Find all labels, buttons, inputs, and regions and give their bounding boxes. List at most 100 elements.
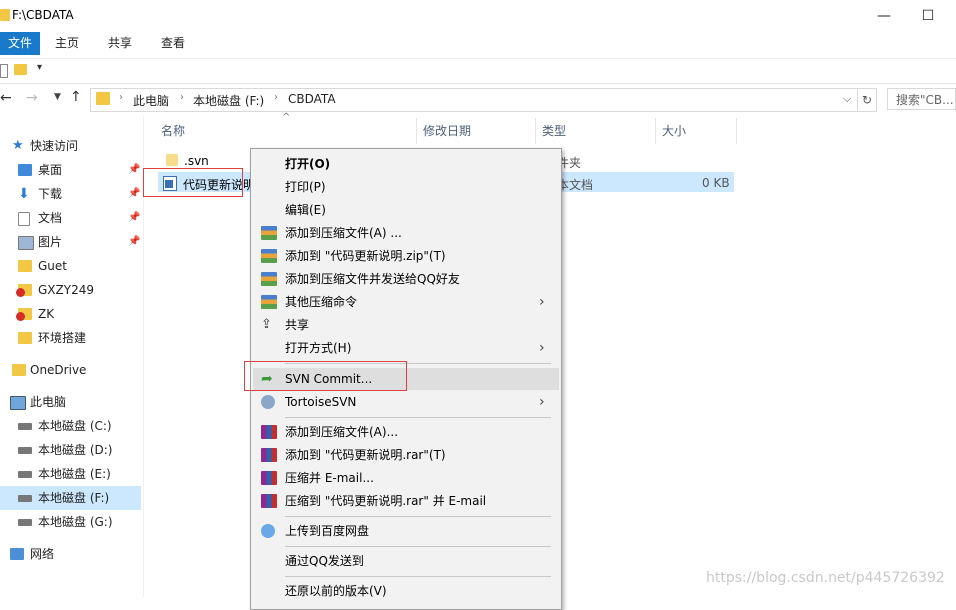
nav-pictures[interactable]: 图片 📌 (0, 230, 140, 254)
menu-tortoisesvn[interactable]: TortoiseSVN › (251, 391, 561, 413)
bandizip-icon (261, 295, 277, 309)
nav-downloads[interactable]: ⬇ 下载 📌 (0, 182, 140, 206)
share-icon: ⇪ (261, 317, 272, 332)
nav-folder-env[interactable]: 环境搭建 (0, 326, 140, 350)
menu-print[interactable]: 打印(P) (251, 176, 561, 198)
file-type-doc: 本文档 (557, 178, 594, 192)
annotation-box (244, 361, 407, 391)
menu-open[interactable]: 打开(O) (251, 153, 561, 175)
chevron-right-icon[interactable]: › (119, 92, 123, 103)
menu-rar-add-named[interactable]: 添加到 "代码更新说明.rar"(T) (251, 444, 561, 466)
folder-icon (96, 92, 110, 105)
folder-icon (18, 260, 32, 272)
drive-icon (18, 519, 32, 526)
address-dropdown-icon[interactable]: ⌵ (843, 92, 851, 106)
recent-dropdown-icon[interactable]: ▼ (54, 92, 61, 102)
customize-dropdown-icon[interactable]: ▾ (37, 62, 42, 73)
new-folder-icon[interactable] (14, 64, 27, 75)
chevron-right-icon[interactable]: › (180, 92, 184, 103)
menu-rar-email-named[interactable]: 压缩到 "代码更新说明.rar" 并 E-mail (251, 490, 561, 512)
menu-edit[interactable]: 编辑(E) (251, 199, 561, 221)
download-icon: ⬇ (18, 186, 30, 202)
computer-icon (10, 396, 26, 410)
winrar-icon (261, 494, 277, 508)
column-separator[interactable] (655, 118, 656, 144)
tab-view[interactable]: 查看 (161, 32, 185, 55)
maximize-button[interactable]: ☐ (918, 6, 938, 26)
nav-drive-g[interactable]: 本地磁盘 (G:) (0, 510, 140, 534)
nav-folder-guet[interactable]: Guet (0, 254, 140, 278)
column-name[interactable]: 名称 (161, 116, 185, 146)
bandizip-icon (261, 249, 277, 263)
column-separator[interactable] (416, 118, 417, 144)
tab-file[interactable]: 文件 (0, 32, 40, 55)
nav-onedrive[interactable]: OneDrive (0, 358, 140, 382)
properties-icon[interactable] (0, 64, 8, 78)
baidu-netdisk-icon (261, 524, 275, 538)
back-arrow-icon[interactable]: ← (0, 90, 12, 106)
nav-this-pc[interactable]: 此电脑 (0, 390, 140, 414)
nav-drive-c[interactable]: 本地磁盘 (C:) (0, 414, 140, 438)
breadcrumb-cbdata[interactable]: CBDATA (288, 92, 336, 106)
nav-documents[interactable]: 文档 📌 (0, 206, 140, 230)
nav-network[interactable]: 网络 (0, 542, 140, 566)
up-arrow-icon[interactable]: ↑ (70, 89, 82, 105)
file-name-svn[interactable]: .svn (184, 154, 209, 168)
menu-open-with[interactable]: 打开方式(H) › (251, 337, 561, 359)
menu-separator (285, 516, 551, 517)
picture-icon (18, 236, 34, 250)
nav-drive-e[interactable]: 本地磁盘 (E:) (0, 462, 140, 486)
menu-other-compress[interactable]: 其他压缩命令 › (251, 291, 561, 313)
pin-icon: 📌 (128, 236, 141, 247)
menu-share[interactable]: ⇪ 共享 (251, 314, 561, 336)
folder-icon (0, 9, 10, 21)
title-bar (0, 0, 956, 32)
nav-drive-f[interactable]: 本地磁盘 (F:) (0, 486, 140, 510)
tortoise-icon (261, 395, 275, 409)
column-type[interactable]: 类型 (542, 116, 566, 146)
tab-home[interactable]: 主页 (55, 32, 79, 55)
search-input[interactable]: 搜索"CB... (887, 88, 956, 110)
breadcrumb-drive-f[interactable]: 本地磁盘 (F:) (193, 92, 264, 109)
nav-folder-gxzy249[interactable]: GXZY249 (0, 278, 140, 302)
drive-icon (18, 423, 32, 430)
nav-quick-access[interactable]: ★ 快速访问 (0, 134, 140, 158)
bandizip-icon (261, 272, 277, 286)
menu-add-zip[interactable]: 添加到 "代码更新说明.zip"(T) (251, 245, 561, 267)
document-icon (18, 212, 30, 226)
refresh-button[interactable]: ↻ (857, 88, 877, 112)
nav-drive-d[interactable]: 本地磁盘 (D:) (0, 438, 140, 462)
watermark: https://blog.csdn.net/p445726392 (706, 570, 945, 586)
breadcrumb-this-pc[interactable]: 此电脑 (133, 92, 169, 109)
chevron-right-icon[interactable]: › (274, 92, 278, 103)
minimize-button[interactable]: — (874, 6, 894, 26)
pin-icon: 📌 (128, 212, 141, 223)
bandizip-icon (261, 226, 277, 240)
column-modified[interactable]: 修改日期 (423, 116, 471, 146)
menu-rar-email[interactable]: 压缩并 E-mail... (251, 467, 561, 489)
menu-add-send-qq[interactable]: 添加到压缩文件并发送给QQ好友 (251, 268, 561, 290)
nav-folder-zk[interactable]: ZK (0, 302, 140, 326)
column-separator[interactable] (535, 118, 536, 144)
svn-conflict-icon (16, 288, 25, 297)
star-icon: ★ (12, 138, 24, 153)
menu-baidu-upload[interactable]: 上传到百度网盘 (251, 520, 561, 542)
menu-separator (285, 546, 551, 547)
drive-icon (18, 471, 32, 478)
quick-access-toolbar (0, 58, 956, 84)
menu-restore-versions[interactable]: 还原以前的版本(V) (251, 580, 561, 602)
menu-rar-add[interactable]: 添加到压缩文件(A)... (251, 421, 561, 443)
column-size[interactable]: 大小 (662, 116, 686, 146)
winrar-icon (261, 425, 277, 439)
drive-icon (18, 447, 32, 454)
annotation-box (143, 168, 243, 197)
drive-icon (18, 495, 32, 502)
nav-desktop[interactable]: 桌面 📌 (0, 158, 140, 182)
forward-arrow-icon[interactable]: → (26, 90, 38, 106)
ribbon (0, 32, 956, 56)
menu-add-archive[interactable]: 添加到压缩文件(A) ... (251, 222, 561, 244)
menu-qq-send[interactable]: 通过QQ发送到 (251, 550, 561, 572)
column-separator[interactable] (736, 118, 737, 144)
folder-icon (12, 364, 26, 376)
tab-share[interactable]: 共享 (108, 32, 132, 55)
